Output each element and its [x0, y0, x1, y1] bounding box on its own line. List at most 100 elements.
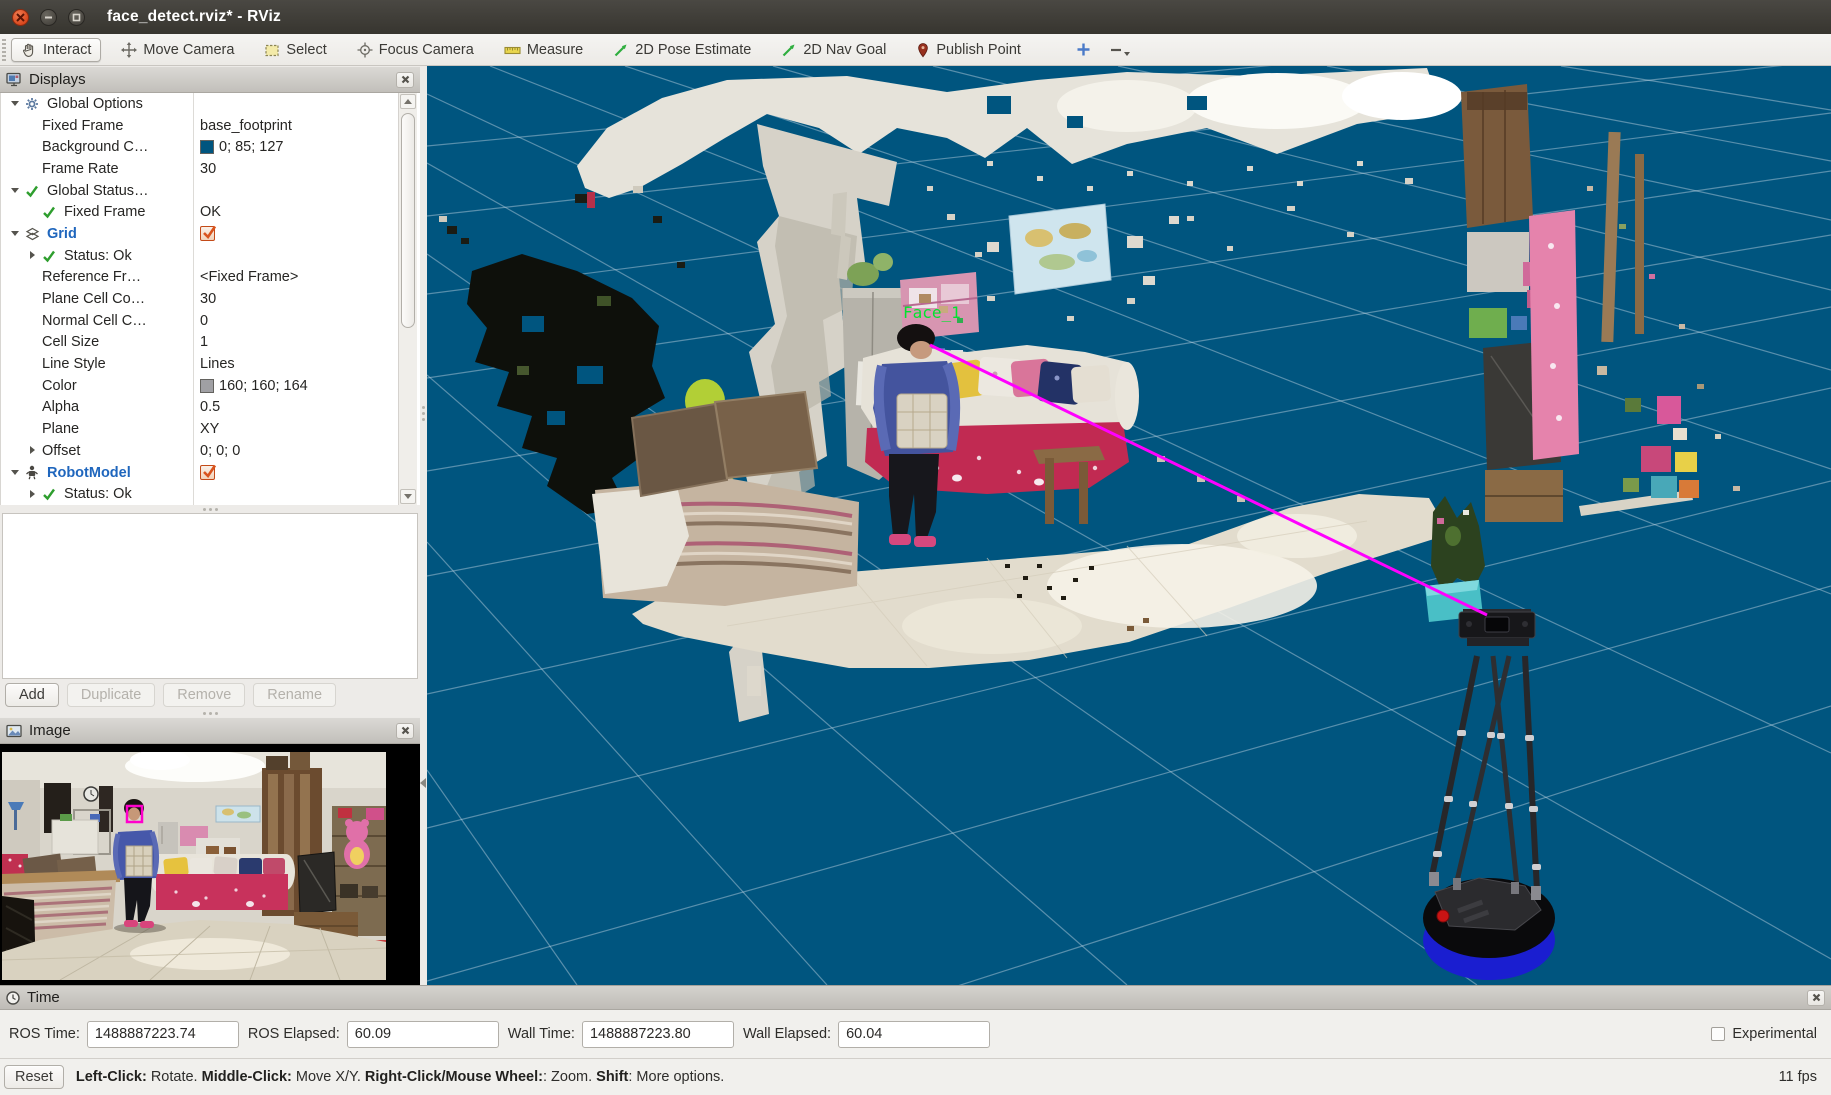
property-value[interactable]: 0; 0; 0: [200, 443, 240, 459]
property-value[interactable]: 1: [200, 334, 208, 350]
scroll-down-icon[interactable]: [400, 489, 416, 504]
time-fields-row: ROS Time:ROS Elapsed:Wall Time:Wall Elap…: [0, 1010, 1831, 1058]
property-label: Color: [42, 378, 77, 394]
property-value[interactable]: 30: [200, 161, 216, 177]
tool-label: Focus Camera: [379, 42, 474, 58]
experimental-checkbox[interactable]: [1711, 1027, 1725, 1041]
property-value[interactable]: Lines: [200, 356, 235, 372]
property-value[interactable]: 0: [200, 313, 208, 329]
duplicate-display-button[interactable]: Duplicate: [67, 683, 155, 707]
ros-time-input[interactable]: [87, 1021, 239, 1048]
expander-icon[interactable]: [26, 249, 39, 262]
expander-icon[interactable]: [9, 227, 22, 240]
tree-row-cell-size[interactable]: Cell Size 1: [1, 332, 420, 354]
property-value[interactable]: XY: [200, 421, 219, 437]
expander-icon[interactable]: [26, 488, 39, 501]
tool-measure[interactable]: Measure: [494, 38, 593, 62]
expander-spacer: [26, 423, 39, 436]
property-value[interactable]: base_footprint: [200, 118, 292, 134]
toolbar-drag-handle-icon[interactable]: [2, 39, 6, 61]
property-value[interactable]: 160; 160; 164: [219, 378, 308, 394]
close-panel-button[interactable]: [396, 723, 414, 739]
horizontal-splitter[interactable]: [0, 505, 420, 513]
tree-row-plane-cell-co-[interactable]: Plane Cell Co… 30: [1, 288, 420, 310]
tree-row-status-ok[interactable]: Status: Ok: [1, 245, 420, 267]
ros-elapsed-input[interactable]: [347, 1021, 499, 1048]
reset-button[interactable]: Reset: [4, 1065, 64, 1089]
tool-label: 2D Pose Estimate: [635, 42, 751, 58]
vertical-splitter[interactable]: [420, 66, 427, 985]
tree-row-grid[interactable]: Grid: [1, 223, 420, 245]
tool-select[interactable]: Select: [254, 38, 336, 62]
expander-icon[interactable]: [9, 184, 22, 197]
image-panel-title: Image: [29, 722, 71, 739]
expander-icon[interactable]: [9, 97, 22, 110]
property-value[interactable]: 0.5: [200, 399, 220, 415]
tool-move-camera[interactable]: Move Camera: [111, 38, 244, 62]
remove-display-button[interactable]: Remove: [163, 683, 245, 707]
color-swatch[interactable]: [200, 379, 214, 393]
tree-row-fixed-frame[interactable]: Fixed Framebase_footprint: [1, 115, 420, 137]
add-tool-button[interactable]: [1069, 39, 1098, 60]
property-value[interactable]: 30: [200, 291, 216, 307]
scroll-up-icon[interactable]: [400, 94, 416, 109]
tree-row-reference-fr-[interactable]: Reference Fr…<Fixed Frame>: [1, 267, 420, 289]
tool-focus-camera[interactable]: Focus Camera: [347, 38, 484, 62]
tree-row-plane[interactable]: PlaneXY: [1, 418, 420, 440]
experimental-label: Experimental: [1732, 1026, 1817, 1042]
horizontal-splitter[interactable]: [0, 709, 420, 717]
expander-icon[interactable]: [9, 466, 22, 479]
wall-elapsed-input[interactable]: [838, 1021, 990, 1048]
tree-row-line-style[interactable]: Line StyleLines: [1, 353, 420, 375]
tree-row-global-status-[interactable]: Global Status…: [1, 180, 420, 202]
time-panel-header[interactable]: Time: [0, 985, 1831, 1010]
tree-row-background-c-[interactable]: Background C…0; 85; 127: [1, 136, 420, 158]
image-panel-header[interactable]: Image: [0, 717, 420, 744]
close-panel-button[interactable]: [396, 72, 414, 88]
displays-scrollbar[interactable]: [398, 93, 417, 505]
tree-row-global-options[interactable]: Global Options: [1, 93, 420, 115]
enabled-checkbox[interactable]: [200, 226, 215, 241]
tree-row-frame-rate[interactable]: Frame Rate30: [1, 158, 420, 180]
window-minimize-button[interactable]: [40, 9, 57, 26]
tree-row-offset[interactable]: Offset0; 0; 0: [1, 440, 420, 462]
tool-label: Publish Point: [936, 42, 1021, 58]
add-display-button[interactable]: Add: [5, 683, 59, 707]
property-description-box: [2, 513, 418, 679]
ruler-icon: [504, 43, 521, 57]
expander-spacer: [26, 271, 39, 284]
3d-viewport[interactable]: Face_1: [427, 66, 1831, 985]
tool-2d-nav-goal[interactable]: 2D Nav Goal: [771, 38, 896, 62]
rename-display-button[interactable]: Rename: [253, 683, 336, 707]
grid-icon: [25, 226, 43, 241]
enabled-checkbox[interactable]: [200, 465, 215, 480]
tree-row-status-ok[interactable]: Status: Ok: [1, 483, 420, 505]
tool-2d-pose-estimate[interactable]: 2D Pose Estimate: [603, 38, 761, 62]
property-label: Cell Size: [42, 334, 99, 350]
tree-row-color[interactable]: Color 160; 160; 164: [1, 375, 420, 397]
expander-spacer: [26, 141, 39, 154]
tree-row-fixed-frame[interactable]: Fixed FrameOK: [1, 201, 420, 223]
map-pin-icon: [916, 42, 930, 58]
tree-row-alpha[interactable]: Alpha0.5: [1, 397, 420, 419]
color-swatch[interactable]: [200, 140, 214, 154]
expander-spacer: [26, 379, 39, 392]
property-value[interactable]: <Fixed Frame>: [200, 269, 298, 285]
window-close-button[interactable]: [12, 9, 29, 26]
tool-interact[interactable]: Interact: [11, 38, 101, 62]
remove-tool-button[interactable]: [1102, 39, 1138, 60]
check-icon: [25, 183, 43, 198]
tree-row-robotmodel[interactable]: RobotModel: [1, 462, 420, 484]
wall-time-input[interactable]: [582, 1021, 734, 1048]
time-panel-title: Time: [27, 989, 60, 1006]
tree-row-normal-cell-c-[interactable]: Normal Cell C…0: [1, 310, 420, 332]
property-label: Plane Cell Co…: [42, 291, 145, 307]
scrollbar-thumb[interactable]: [401, 113, 415, 328]
expander-icon[interactable]: [26, 444, 39, 457]
property-value[interactable]: OK: [200, 204, 221, 220]
tool-publish-point[interactable]: Publish Point: [906, 38, 1031, 62]
window-maximize-button[interactable]: [68, 9, 85, 26]
property-value[interactable]: 0; 85; 127: [219, 139, 284, 155]
close-panel-button[interactable]: [1807, 990, 1825, 1006]
displays-panel-header[interactable]: Displays: [0, 66, 420, 93]
